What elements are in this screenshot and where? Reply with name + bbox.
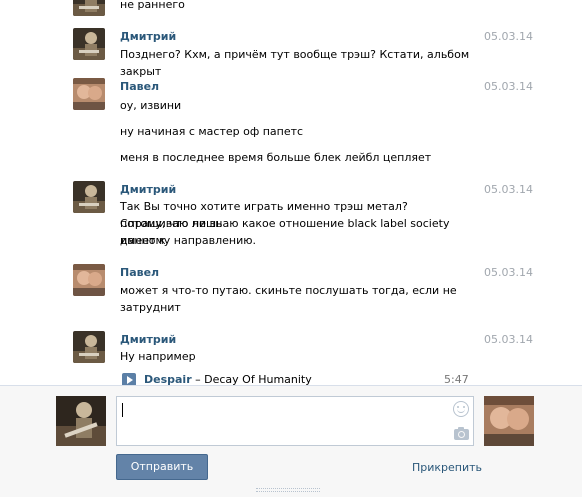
avatar-dmitry[interactable] xyxy=(73,28,105,60)
peer-avatar[interactable] xyxy=(484,396,534,446)
message-date[interactable]: 05.03.14 xyxy=(484,266,533,279)
my-avatar[interactable] xyxy=(56,396,106,446)
audio-separator: – xyxy=(191,373,205,385)
avatar-dmitry[interactable] xyxy=(73,0,105,16)
send-button[interactable]: Отправить xyxy=(116,454,208,480)
avatar-dmitry[interactable] xyxy=(73,331,105,363)
audio-attachment: Despair – Decay Of Humanity 5:47 xyxy=(120,372,470,385)
message-author[interactable]: Павел xyxy=(120,266,159,279)
message-text: не раннего xyxy=(120,0,185,11)
message-date[interactable]: 05.03.14 xyxy=(484,333,533,346)
message-date[interactable]: 05.03.14 xyxy=(484,183,533,196)
message-text: данному направлению. xyxy=(120,234,256,247)
smile-icon[interactable] xyxy=(453,401,469,417)
message-author[interactable]: Дмитрий xyxy=(120,30,176,43)
avatar-pavel[interactable] xyxy=(73,78,105,110)
message-text: затруднит xyxy=(120,301,181,314)
message-text: меня в последнее время больше блек лейбл… xyxy=(120,151,432,164)
message-composer: Отправить Прикрепить xyxy=(0,385,582,497)
attach-link[interactable]: Прикрепить xyxy=(412,461,482,474)
message-author[interactable]: Павел xyxy=(120,80,159,93)
resize-handle[interactable] xyxy=(256,488,320,492)
avatar-pavel[interactable] xyxy=(73,264,105,296)
message-date[interactable]: 05.03.14 xyxy=(484,80,533,93)
message-text: ну начиная с мастер оф папетс xyxy=(120,125,304,138)
message-author[interactable]: Дмитрий xyxy=(120,183,176,196)
message-text: может я что-то путаю. скиньте послушать … xyxy=(120,284,457,297)
text-caret xyxy=(122,403,123,417)
avatar-dmitry[interactable] xyxy=(73,181,105,213)
message-history: не раннего Дмитрий 05.03.14 Позднего? Кх… xyxy=(0,0,582,385)
play-icon[interactable] xyxy=(122,373,136,385)
audio-track[interactable]: Despair – Decay Of Humanity xyxy=(144,373,312,385)
audio-title[interactable]: Decay Of Humanity xyxy=(204,373,312,385)
message-input[interactable] xyxy=(116,396,474,446)
message-date[interactable]: 05.03.14 xyxy=(484,30,533,43)
audio-duration: 5:47 xyxy=(444,373,469,385)
camera-icon[interactable] xyxy=(454,427,469,440)
message-text: Позднего? Кхм, а причём тут вообще трэш?… xyxy=(120,48,470,78)
message-text: оу, извини xyxy=(120,99,182,112)
audio-artist[interactable]: Despair xyxy=(144,373,192,385)
message-text: Ну например xyxy=(120,350,196,363)
message-author[interactable]: Дмитрий xyxy=(120,333,176,346)
